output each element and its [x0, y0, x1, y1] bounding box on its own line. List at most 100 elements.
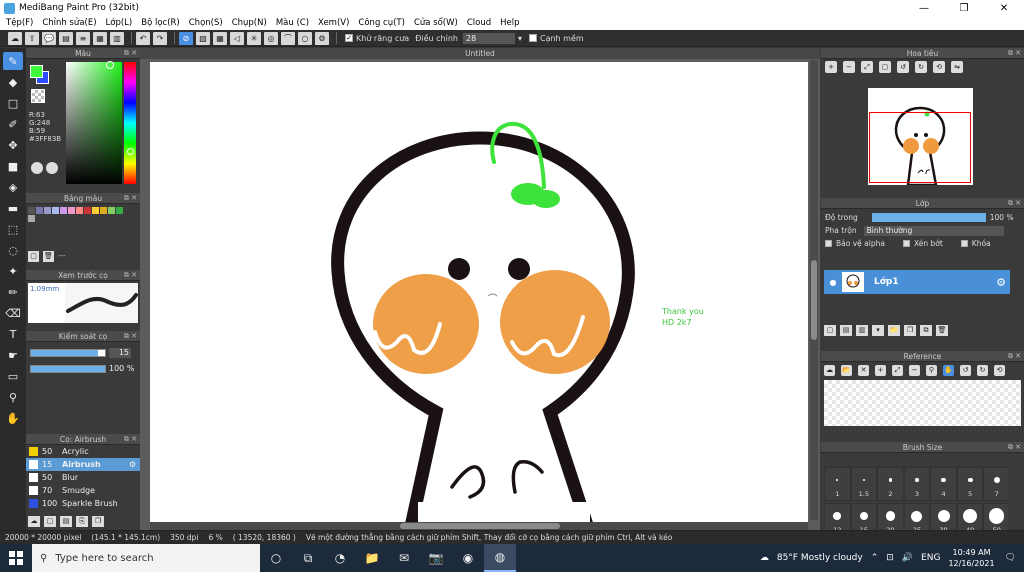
snap-curve-icon[interactable]: ⌒: [281, 31, 295, 45]
gradient-tool-icon[interactable]: ▬: [3, 199, 23, 217]
export-icon[interactable]: ⇪: [25, 31, 39, 45]
panel-buttons-icon[interactable]: ⧉ ✕: [1008, 351, 1021, 362]
clock[interactable]: 10:49 AM 12/16/2021: [948, 547, 994, 569]
brush-item-sparkle[interactable]: 100 Sparkle Brush: [26, 497, 140, 510]
operation-tool-icon[interactable]: ☛: [3, 346, 23, 364]
bucket-tool-icon[interactable]: ◈: [3, 178, 23, 196]
cloud-icon[interactable]: ☁: [8, 31, 22, 45]
panel-buttons-icon[interactable]: ⧉ ✕: [124, 434, 137, 445]
snap-off-icon[interactable]: ⊘: [179, 31, 193, 45]
settings-gear-icon[interactable]: ⚙: [315, 31, 329, 45]
palette-swatch[interactable]: [76, 207, 83, 214]
add-palette-icon[interactable]: ▢: [28, 251, 39, 262]
palette-swatch[interactable]: [116, 207, 123, 214]
lock-checkbox[interactable]: [960, 240, 968, 247]
menu-select[interactable]: Chọn(S): [189, 18, 223, 28]
dropdown-chevron-icon[interactable]: ▾: [518, 34, 522, 43]
weather-text[interactable]: 85°F Mostly cloudy: [777, 553, 863, 563]
palette-swatch[interactable]: [52, 207, 59, 214]
snap-vanishing-icon[interactable]: ◁: [230, 31, 244, 45]
panel-buttons-icon[interactable]: ⧉ ✕: [124, 270, 137, 281]
folder-icon[interactable]: 📁: [888, 325, 900, 336]
camera-icon[interactable]: 📷: [420, 544, 452, 572]
medibang-taskbar-icon[interactable]: ◍: [484, 544, 516, 572]
hscroll-thumb[interactable]: [400, 523, 560, 529]
visibility-eye-icon[interactable]: ●: [824, 278, 842, 287]
brush-tool-icon[interactable]: ✎: [3, 52, 23, 70]
menu-help[interactable]: Help: [500, 18, 519, 28]
copy-brush-icon[interactable]: ⎘: [76, 516, 88, 527]
vscroll-thumb[interactable]: [811, 260, 817, 340]
menu-edit[interactable]: Chỉnh sửa(E): [42, 18, 96, 28]
ref-zoom-in-icon[interactable]: +: [875, 364, 886, 376]
canvas-vertical-scrollbar[interactable]: [810, 60, 818, 520]
tray-apps-icon[interactable]: ⌃: [871, 553, 879, 563]
list-icon[interactable]: ≡: [76, 31, 90, 45]
layers-icon[interactable]: ▥: [110, 31, 124, 45]
snap-radial-icon[interactable]: ✳: [247, 31, 261, 45]
zoom-in-icon[interactable]: +: [825, 61, 837, 73]
menu-file[interactable]: Tệp(F): [6, 18, 33, 28]
ref-reset-icon[interactable]: ⟲: [994, 364, 1005, 376]
navigator-view-rect[interactable]: [869, 112, 971, 183]
duplicate-layer-icon[interactable]: ❐: [904, 325, 916, 336]
palette-swatch[interactable]: [28, 207, 35, 214]
menu-window[interactable]: Cửa sổ(W): [414, 18, 458, 28]
file-explorer-icon[interactable]: 📁: [356, 544, 388, 572]
color-picker-icon[interactable]: [46, 162, 58, 174]
brush-item-acrylic[interactable]: 50 Acrylic: [26, 445, 140, 458]
snap-ellipse-icon[interactable]: ○: [298, 31, 312, 45]
ref-zoom-out-icon[interactable]: −: [909, 364, 920, 376]
panel-buttons-icon[interactable]: ⧉ ✕: [1008, 198, 1021, 209]
grid-icon[interactable]: ▦: [93, 31, 107, 45]
minimize-button[interactable]: —: [904, 0, 944, 16]
select-eraser-tool-icon[interactable]: ⌫: [3, 304, 23, 322]
hand-tool-icon[interactable]: ✋: [3, 409, 23, 427]
windows-start-icon[interactable]: [0, 544, 32, 572]
antialias-checkbox[interactable]: ✓: [345, 34, 353, 42]
brush-size-cell[interactable]: 1: [824, 467, 851, 501]
weather-icon[interactable]: ☁: [760, 553, 769, 563]
brush-item-airbrush[interactable]: 15 Airbrush ⚙: [26, 458, 140, 471]
mail-icon[interactable]: ✉: [388, 544, 420, 572]
ref-cloud-icon[interactable]: ☁: [824, 364, 835, 376]
drawing-canvas[interactable]: Thank you HD 2k7: [150, 62, 808, 522]
hue-slider[interactable]: [124, 62, 136, 184]
layer-opacity-slider[interactable]: [871, 213, 986, 222]
layer-item[interactable]: ● Lớp1 ⚙: [824, 270, 1010, 294]
menu-filter[interactable]: Bộ lọc(R): [141, 18, 180, 28]
canvas-tab[interactable]: Untitled: [140, 48, 820, 59]
menu-snap[interactable]: Chụp(N): [232, 18, 267, 28]
notification-icon[interactable]: 🗨: [1005, 553, 1016, 563]
menu-tools[interactable]: Công cụ(T): [358, 18, 405, 28]
duplicate-brush-icon[interactable]: ❐: [92, 516, 104, 527]
panel-buttons-icon[interactable]: ⧉ ✕: [1008, 48, 1021, 59]
brush-size-cell[interactable]: 4: [930, 467, 957, 501]
menu-layer[interactable]: Lớp(L): [106, 18, 133, 28]
panel-buttons-icon[interactable]: ⧉ ✕: [124, 331, 137, 342]
edge-icon[interactable]: ◔: [324, 544, 356, 572]
divide-tool-icon[interactable]: ▭: [3, 367, 23, 385]
comment-icon[interactable]: 💬: [42, 31, 56, 45]
layer-menu-icon[interactable]: ▾: [872, 325, 884, 336]
ref-hand-icon[interactable]: ✋: [943, 364, 954, 376]
menu-view[interactable]: Xem(V): [318, 18, 349, 28]
snap-grid-icon[interactable]: ▦: [213, 31, 227, 45]
palette-swatch[interactable]: [92, 207, 99, 214]
rotate-left-icon[interactable]: ↺: [897, 61, 909, 73]
foreground-color-swatch[interactable]: [30, 65, 43, 78]
blend-mode-select[interactable]: Bình thường: [863, 225, 1004, 236]
cortana-icon[interactable]: ○: [260, 544, 292, 572]
brush-size-value[interactable]: 15: [109, 348, 131, 358]
palette-swatch[interactable]: [84, 207, 91, 214]
brush-item-smudge[interactable]: 70 Smudge: [26, 484, 140, 497]
new-layer-8bit-icon[interactable]: ▤: [840, 325, 852, 336]
palette-swatch[interactable]: [100, 207, 107, 214]
flip-icon[interactable]: ⇋: [951, 61, 963, 73]
palette-swatch[interactable]: [36, 207, 43, 214]
close-button[interactable]: ✕: [984, 0, 1024, 16]
color-wheel-icon[interactable]: [31, 162, 43, 174]
delete-layer-icon[interactable]: 🗑: [936, 325, 948, 336]
ref-fit-icon[interactable]: ⤢: [892, 364, 903, 376]
lasso-tool-icon[interactable]: ◌: [3, 241, 23, 259]
